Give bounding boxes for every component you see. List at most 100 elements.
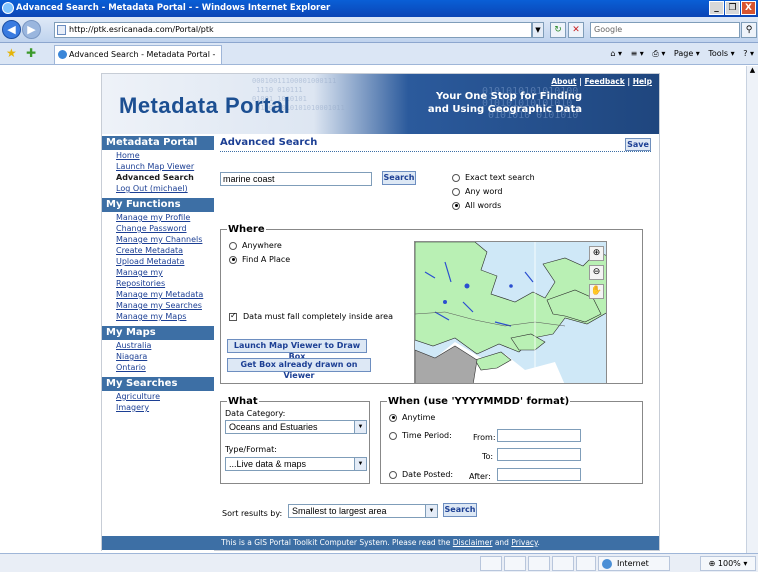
- exact-text-option[interactable]: Exact text search: [452, 173, 535, 183]
- sidebar-item-agriculture[interactable]: Agriculture: [102, 391, 214, 402]
- any-word-option[interactable]: Any word: [452, 187, 502, 197]
- sidebar-item-manage-metadata[interactable]: Manage my Metadata: [102, 289, 214, 300]
- tools-menu[interactable]: Tools ▾: [708, 49, 734, 58]
- keyword-search-button[interactable]: Search: [382, 171, 416, 185]
- inside-area-label: Data must fall completely inside area: [243, 312, 393, 321]
- search-icon[interactable]: ⚲: [741, 22, 757, 38]
- footer-text: This is a GIS Portal Toolkit Computer Sy…: [221, 538, 451, 547]
- type-label: Type/Format:: [225, 445, 277, 454]
- from-label: From:: [473, 433, 496, 442]
- sidebar-item-create-metadata[interactable]: Create Metadata: [102, 245, 214, 256]
- time-period-radio[interactable]: [389, 431, 397, 440]
- zoom-in-icon[interactable]: ⊕: [589, 246, 604, 261]
- scroll-up-icon[interactable]: ▲: [747, 66, 758, 78]
- chevron-down-icon: ▼: [354, 421, 366, 433]
- date-posted-radio[interactable]: [389, 470, 397, 479]
- print-icon[interactable]: ⎙ ▾: [652, 49, 665, 58]
- address-dropdown-button[interactable]: ▼: [532, 22, 544, 38]
- sidebar-item-manage-maps[interactable]: Manage my Maps: [102, 311, 214, 322]
- map-graphic: [415, 242, 606, 383]
- page-menu[interactable]: Page ▾: [674, 49, 700, 58]
- help-link[interactable]: Help: [633, 77, 652, 86]
- feedback-link[interactable]: Feedback: [584, 77, 624, 86]
- page-footer: This is a GIS Portal Toolkit Computer Sy…: [102, 536, 659, 550]
- sidebar-item-change-password[interactable]: Change Password: [102, 223, 214, 234]
- inside-area-option[interactable]: Data must fall completely inside area: [229, 311, 393, 322]
- all-words-radio[interactable]: [452, 201, 460, 210]
- page-banner: 00010011100001000111 1110 010111 01001 1…: [102, 74, 659, 134]
- help-icon[interactable]: ? ▾: [743, 49, 754, 58]
- vertical-scrollbar[interactable]: ▲: [746, 66, 758, 553]
- globe-icon: [602, 559, 612, 569]
- disclaimer-link[interactable]: Disclaimer: [453, 538, 493, 547]
- sort-select[interactable]: Smallest to largest area ▼: [288, 504, 438, 518]
- to-label: To:: [482, 452, 494, 461]
- to-date-input[interactable]: [497, 448, 581, 461]
- after-label: After:: [469, 472, 491, 481]
- pan-hand-icon[interactable]: ✋: [589, 284, 604, 299]
- stop-icon[interactable]: ✕: [568, 22, 584, 38]
- sidebar: Metadata Portal Home Launch Map Viewer A…: [102, 134, 214, 552]
- time-period-option[interactable]: Time Period:: [389, 431, 452, 441]
- launch-map-viewer-button[interactable]: Launch Map Viewer to Draw Box: [227, 339, 367, 361]
- address-bar[interactable]: http://ptk.esricanada.com/Portal/ptk: [54, 22, 532, 38]
- sidebar-item-ontario[interactable]: Ontario: [102, 362, 214, 373]
- favorites-star-icon[interactable]: ★: [6, 47, 17, 59]
- get-box-button[interactable]: Get Box already drawn on Viewer: [227, 358, 371, 380]
- sidebar-item-advanced-search[interactable]: Advanced Search: [102, 172, 214, 183]
- find-place-radio[interactable]: [229, 255, 237, 264]
- back-button[interactable]: ◀: [2, 20, 21, 39]
- about-link[interactable]: About: [551, 77, 576, 86]
- sidebar-item-niagara[interactable]: Niagara: [102, 351, 214, 362]
- all-words-option[interactable]: All words: [452, 201, 501, 211]
- maximize-button[interactable]: ❐: [725, 1, 740, 15]
- category-select[interactable]: Oceans and Estuaries ▼: [225, 420, 367, 434]
- sidebar-item-logout[interactable]: Log Out (michael): [102, 183, 214, 194]
- any-word-radio[interactable]: [452, 187, 460, 196]
- sidebar-item-launch-map-viewer[interactable]: Launch Map Viewer: [102, 161, 214, 172]
- from-date-input[interactable]: [497, 429, 581, 442]
- sidebar-item-manage-profile[interactable]: Manage my Profile: [102, 212, 214, 223]
- type-select[interactable]: ...Live data & maps ▼: [225, 457, 367, 471]
- sidebar-item-manage-channels[interactable]: Manage my Channels: [102, 234, 214, 245]
- inside-area-checkbox[interactable]: [229, 311, 237, 321]
- sidebar-item-imagery[interactable]: Imagery: [102, 402, 214, 413]
- type-value: ...Live data & maps: [229, 459, 307, 469]
- zoom-out-icon[interactable]: ⊖: [589, 265, 604, 280]
- find-place-option[interactable]: Find A Place: [229, 255, 290, 265]
- search-input[interactable]: Google: [590, 22, 740, 38]
- zoom-icon: ⊕: [708, 559, 718, 568]
- sidebar-item-manage-repositories[interactable]: Manage my Repositories: [102, 267, 182, 289]
- sort-search-button[interactable]: Search: [443, 503, 477, 517]
- location-map[interactable]: ⊕ ⊖ ✋: [414, 241, 607, 384]
- browser-tab[interactable]: Advanced Search - Metadata Portal -: [54, 45, 222, 64]
- privacy-link[interactable]: Privacy: [511, 538, 537, 547]
- close-button[interactable]: X: [741, 1, 756, 15]
- date-posted-option[interactable]: Date Posted:: [389, 470, 453, 480]
- keyword-search-input[interactable]: [220, 172, 372, 186]
- sidebar-item-australia[interactable]: Australia: [102, 340, 214, 351]
- anytime-option[interactable]: Anytime: [389, 413, 435, 423]
- browser-tabbar: ★ ✚ Advanced Search - Metadata Portal - …: [0, 43, 758, 65]
- find-place-label: Find A Place: [242, 255, 291, 264]
- refresh-icon[interactable]: ↻: [550, 22, 566, 38]
- anywhere-radio[interactable]: [229, 241, 237, 250]
- zoom-level[interactable]: ⊕ 100% ▾: [700, 556, 756, 571]
- anytime-label: Anytime: [402, 413, 436, 422]
- save-button[interactable]: Save: [625, 138, 651, 151]
- minimize-button[interactable]: _: [709, 1, 724, 15]
- add-favorites-icon[interactable]: ✚: [26, 47, 36, 59]
- date-posted-label: Date Posted:: [402, 470, 454, 479]
- after-date-input[interactable]: [497, 468, 581, 481]
- home-icon[interactable]: ⌂ ▾: [610, 49, 622, 58]
- sidebar-item-home[interactable]: Home: [102, 150, 214, 161]
- exact-text-radio[interactable]: [452, 173, 460, 182]
- anytime-radio[interactable]: [389, 413, 397, 422]
- sidebar-heading-searches: My Searches: [102, 377, 214, 391]
- feeds-icon[interactable]: ≡ ▾: [631, 49, 644, 58]
- exact-text-label: Exact text search: [465, 173, 535, 182]
- sidebar-item-manage-searches[interactable]: Manage my Searches: [102, 300, 214, 311]
- sidebar-item-upload-metadata[interactable]: Upload Metadata: [102, 256, 214, 267]
- anywhere-option[interactable]: Anywhere: [229, 241, 282, 251]
- forward-button[interactable]: ▶: [22, 20, 41, 39]
